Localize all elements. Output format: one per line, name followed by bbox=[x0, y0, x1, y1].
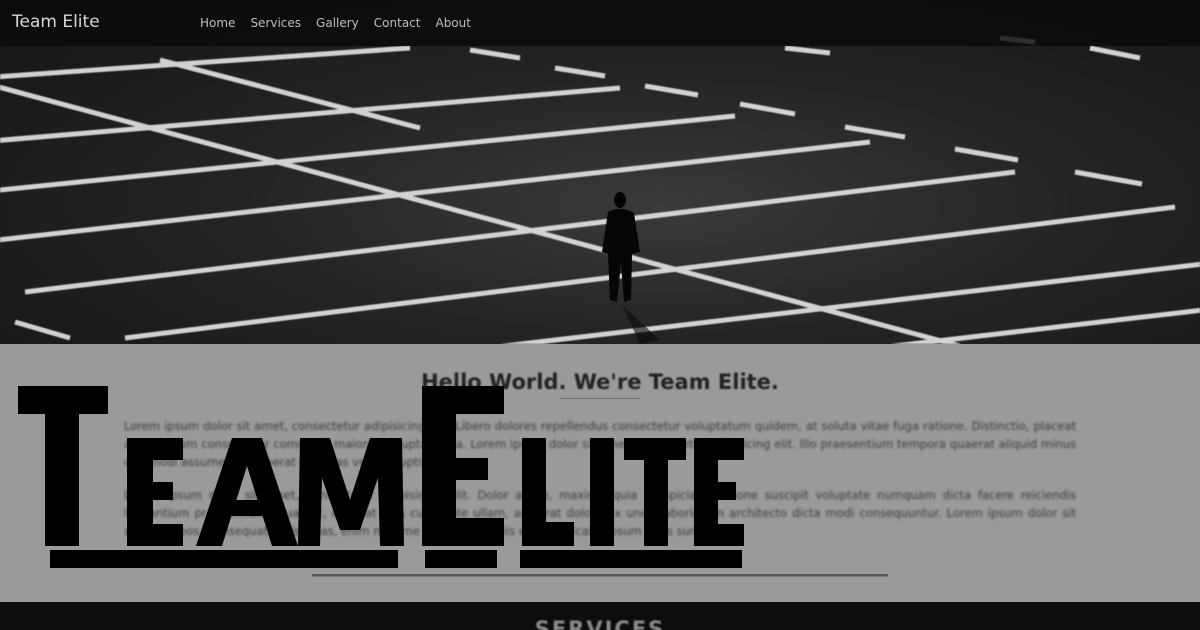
about-paragraph-1: Lorem ipsum dolor sit amet, consectetur … bbox=[124, 419, 1076, 469]
services-section: SERVICES bbox=[0, 602, 1200, 630]
nav-link-about[interactable]: About bbox=[435, 16, 470, 30]
nav-link-home[interactable]: Home bbox=[200, 16, 235, 30]
top-navbar: Team Elite Home Services Gallery Contact… bbox=[0, 0, 1200, 46]
heading-divider bbox=[560, 398, 640, 399]
about-section: Hello World. We're Team Elite. Lorem ips… bbox=[0, 344, 1200, 602]
nav-link-gallery[interactable]: Gallery bbox=[316, 16, 359, 30]
hero-section bbox=[0, 0, 1200, 344]
brand-link[interactable]: Team Elite bbox=[12, 12, 100, 32]
nav-link-contact[interactable]: Contact bbox=[374, 16, 421, 30]
walking-person-silhouette bbox=[602, 192, 660, 344]
section-divider bbox=[312, 576, 888, 577]
nav-link-services[interactable]: Services bbox=[250, 16, 301, 30]
services-heading: SERVICES bbox=[534, 617, 666, 630]
nav-links: Home Services Gallery Contact About bbox=[200, 16, 486, 30]
about-heading: Hello World. We're Team Elite. bbox=[421, 370, 779, 394]
about-paragraph-2: Lorem ipsum dolor sit amet, consectetur … bbox=[124, 488, 1076, 538]
